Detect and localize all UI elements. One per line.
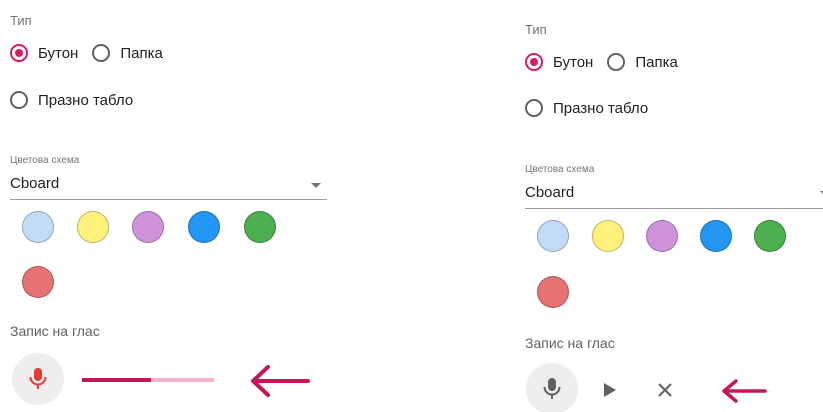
radio-label-button: Бутон [38, 44, 79, 62]
radio-button-option[interactable]: Бутон [525, 53, 593, 71]
color-scheme-select[interactable]: Cboard [525, 184, 574, 201]
radio-unchecked-icon[interactable] [607, 53, 626, 71]
type-label: Тип [10, 13, 32, 28]
radio-unchecked-icon[interactable] [10, 91, 28, 109]
left-panel: Тип Бутон Папка Празно табло Цветова схе… [0, 0, 340, 412]
radio-checked-icon[interactable] [525, 53, 543, 71]
radio-label-button: Бутон [553, 53, 594, 71]
color-scheme-select[interactable]: Cboard [10, 175, 59, 192]
color-swatch[interactable] [646, 220, 678, 252]
recording-progress-fill [82, 378, 151, 382]
close-icon[interactable] [657, 382, 673, 398]
arrow-left-icon [722, 379, 767, 403]
color-swatch[interactable] [132, 211, 164, 243]
radio-unchecked-icon[interactable] [92, 44, 111, 62]
radio-button-option[interactable]: Бутон [10, 44, 78, 62]
radio-label-folder: Папка [635, 53, 678, 71]
radio-label-empty-board: Празно табло [553, 99, 649, 117]
select-underline [525, 208, 823, 209]
color-swatch[interactable] [188, 211, 220, 243]
color-swatch[interactable] [22, 211, 54, 243]
color-swatch[interactable] [22, 266, 54, 298]
radio-label-folder: Папка [120, 44, 163, 62]
select-underline [10, 199, 327, 200]
color-scheme-label: Цветова схема [525, 164, 595, 175]
color-swatch[interactable] [700, 220, 732, 252]
color-swatch[interactable] [592, 220, 624, 252]
color-swatch[interactable] [77, 211, 109, 243]
color-swatch[interactable] [537, 276, 569, 308]
color-swatch[interactable] [754, 220, 786, 252]
mic-record-button[interactable] [12, 353, 64, 405]
play-icon[interactable] [603, 382, 617, 398]
radio-folder-option[interactable]: Папка [92, 44, 163, 62]
voice-recording-label: Запис на глас [10, 323, 100, 339]
radio-folder-option[interactable]: Папка [607, 53, 678, 71]
recording-progress-bar [82, 378, 214, 382]
radio-empty-board-option[interactable]: Празно табло [525, 99, 648, 117]
voice-recording-label: Запис на глас [525, 335, 615, 351]
type-label: Тип [525, 22, 547, 37]
dropdown-arrow-icon[interactable] [311, 183, 321, 188]
radio-label-empty-board: Празно табло [38, 91, 134, 109]
arrow-left-icon [251, 365, 310, 397]
color-scheme-label: Цветова схема [10, 155, 80, 166]
right-panel: Тип Бутон Папка Празно табло Цветова схе… [512, 0, 823, 412]
radio-unchecked-icon[interactable] [525, 99, 543, 117]
color-swatch[interactable] [244, 211, 276, 243]
color-swatch[interactable] [537, 220, 569, 252]
type-radio-group: Бутон Папка [525, 53, 692, 71]
mic-icon [29, 368, 47, 389]
radio-checked-icon[interactable] [10, 44, 28, 62]
radio-empty-board-option[interactable]: Празно табло [10, 91, 133, 109]
mic-icon [543, 378, 561, 399]
mic-record-button[interactable] [526, 363, 578, 412]
type-radio-group: Бутон Папка [10, 44, 177, 62]
